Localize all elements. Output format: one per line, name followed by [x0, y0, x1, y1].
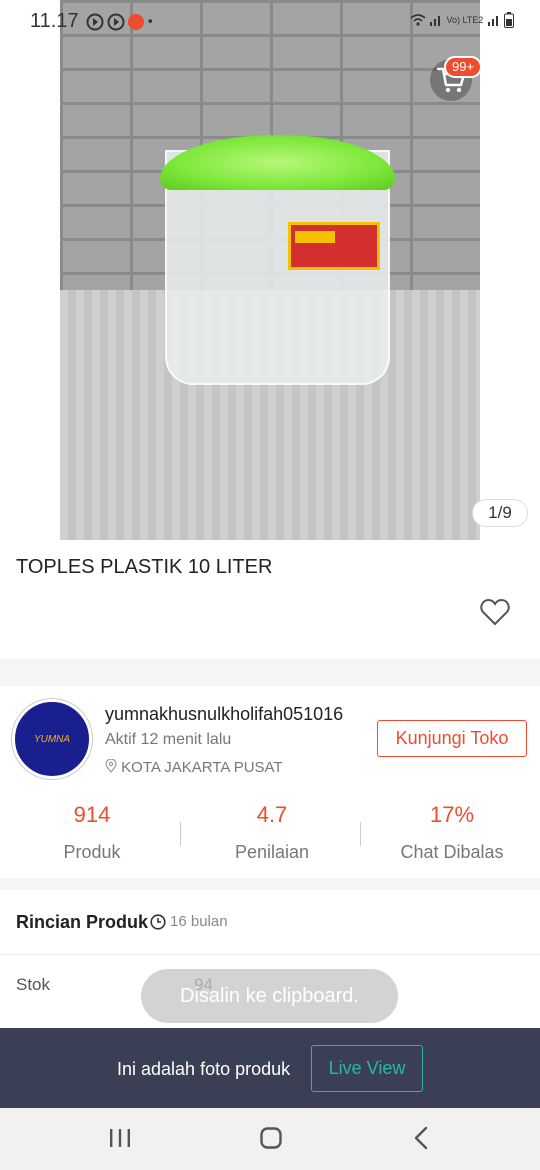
image-counter: 1/9	[472, 499, 528, 527]
wifi-icon	[410, 14, 426, 26]
stat-rating-label: Penilaian	[234, 842, 310, 862]
shop-location-text: KOTA JAKARTA PUSAT	[121, 759, 283, 776]
row-divider	[0, 954, 540, 955]
notification-dot-icon: •	[147, 12, 153, 29]
heart-icon	[480, 598, 510, 626]
shop-logo-text: YUMNA	[33, 733, 71, 745]
shop-name[interactable]: yumnakhusnulkholifah051016	[105, 704, 343, 725]
recent-apps-icon[interactable]	[108, 1128, 132, 1148]
more-vertical-icon	[506, 68, 512, 92]
stat-products-label: Produk	[63, 842, 121, 862]
product-age-text: 16 bulan	[170, 913, 228, 930]
section-divider	[0, 659, 540, 686]
clipboard-toast: Disalin ke clipboard.	[141, 969, 398, 1023]
stat-products[interactable]: 914 Produk	[2, 802, 182, 863]
stat-rating[interactable]: 4.7 Penilaian	[182, 802, 362, 863]
live-view-button[interactable]: Live View	[311, 1045, 423, 1092]
stock-label: Stok	[16, 975, 51, 994]
shop-location: KOTA JAKARTA PUSAT	[105, 758, 283, 776]
home-icon[interactable]	[259, 1126, 283, 1150]
signal-icon	[430, 16, 441, 26]
section-divider	[0, 878, 540, 890]
network-label: Vo) LTE2	[446, 15, 484, 26]
signal-icon-2	[487, 16, 498, 26]
shop-active-status: Aktif 12 menit lalu	[105, 731, 232, 748]
system-navigation-bar	[0, 1108, 540, 1170]
stat-divider	[180, 822, 181, 846]
stat-rating-value: 4.7	[256, 802, 288, 827]
arrow-left-icon	[18, 69, 47, 91]
system-status-icons: Vo) LTE2	[410, 12, 514, 28]
back-button[interactable]	[11, 59, 53, 101]
battery-icon	[504, 12, 514, 28]
product-details-heading: Rincian Produk	[16, 912, 149, 932]
product-title: TOPLES PLASTIK 10 LITER	[16, 556, 273, 578]
notification-app-icons	[86, 13, 144, 31]
status-bar: 11.17 • Vo) LTE2	[0, 0, 540, 42]
clock-icon	[150, 913, 166, 930]
stat-products-value: 914	[73, 802, 111, 827]
stat-chat-reply[interactable]: 17% Chat Dibalas	[362, 802, 540, 863]
notification-icons: •	[86, 12, 153, 32]
status-time: 11.17	[30, 10, 79, 32]
more-options-button[interactable]	[488, 59, 530, 101]
stat-chat-label: Chat Dibalas	[400, 842, 504, 862]
favorite-button[interactable]	[480, 598, 510, 631]
stat-divider	[360, 822, 361, 846]
location-pin-icon	[105, 758, 117, 773]
back-nav-icon[interactable]	[412, 1126, 430, 1150]
product-photo[interactable]	[60, 0, 480, 540]
shop-avatar[interactable]: YUMNA	[12, 699, 92, 779]
cart-badge: 99+	[444, 56, 483, 78]
brand-sticker-image	[288, 222, 380, 270]
live-view-banner-text: Ini adalah foto produk	[117, 1059, 291, 1079]
visit-shop-button[interactable]: Kunjungi Toko	[377, 720, 527, 757]
product-age: 16 bulan	[150, 913, 228, 930]
stat-chat-value: 17%	[429, 802, 475, 827]
